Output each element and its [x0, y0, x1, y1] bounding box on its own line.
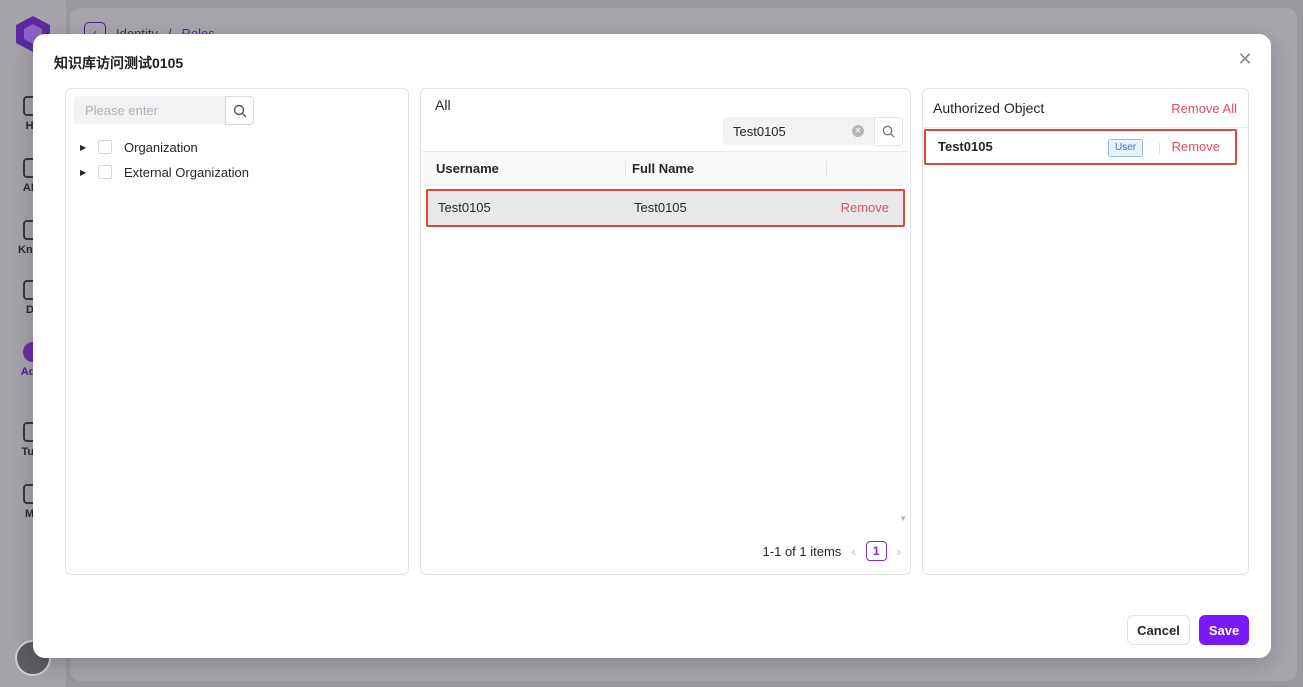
authorized-item-name: Test0105 — [938, 139, 993, 154]
table-header: Username Full Name — [422, 152, 909, 186]
scroll-down-icon[interactable]: ▼ — [899, 514, 907, 523]
remove-link[interactable]: Remove — [1172, 139, 1220, 154]
tree-node-organization[interactable]: ▶ Organization — [80, 136, 198, 158]
column-divider — [625, 161, 626, 177]
user-search-input[interactable]: Test0105 ✕ — [723, 117, 874, 145]
type-badge: User — [1108, 139, 1144, 157]
user-table: Username Full Name Test0105 Test0105 Rem… — [422, 151, 909, 525]
tree-node-external-organization[interactable]: ▶ External Organization — [80, 161, 249, 183]
save-button[interactable]: Save — [1199, 615, 1249, 645]
search-icon — [882, 125, 895, 138]
caret-right-icon[interactable]: ▶ — [80, 168, 90, 177]
user-search: Test0105 ✕ — [723, 117, 903, 146]
tree-search-input[interactable]: Please enter — [74, 96, 225, 124]
remove-link[interactable]: Remove — [841, 200, 889, 215]
pagination: 1-1 of 1 items ‹ 1 › — [763, 541, 901, 561]
pagination-summary: 1-1 of 1 items — [762, 543, 842, 559]
cell-full-name: Test0105 — [634, 200, 687, 215]
divider — [1159, 142, 1160, 154]
tree-checkbox[interactable] — [98, 165, 112, 179]
cancel-button[interactable]: Cancel — [1127, 615, 1190, 645]
modal-title: 知识库访问测试0105 — [54, 55, 184, 71]
column-divider — [826, 161, 827, 177]
authorized-item: Test0105 User Remove — [924, 129, 1237, 165]
user-list-panel: All Test0105 ✕ Username Full Name Test01… — [420, 88, 911, 575]
panel-title: All — [435, 97, 451, 113]
search-button[interactable] — [874, 117, 903, 146]
table-row[interactable]: Test0105 Test0105 Remove — [426, 189, 905, 227]
caret-right-icon[interactable]: ▶ — [80, 143, 90, 152]
remove-all-link[interactable]: Remove All — [1171, 101, 1237, 116]
column-username: Username — [436, 161, 499, 176]
divider — [923, 127, 1248, 128]
panel-title: Authorized Object — [933, 100, 1045, 116]
prev-page-icon[interactable]: ‹ — [851, 544, 855, 559]
authorized-object-panel: Authorized Object Remove All Test0105 Us… — [922, 88, 1249, 575]
clear-icon[interactable]: ✕ — [852, 125, 864, 137]
cell-username: Test0105 — [438, 200, 491, 215]
close-icon[interactable]: ✕ — [1237, 50, 1253, 68]
organization-tree-panel: Please enter ▶ Organization ▶ External O… — [65, 88, 409, 575]
page-button[interactable]: 1 — [865, 541, 887, 561]
search-button[interactable] — [225, 96, 254, 125]
tree-search: Please enter — [74, 96, 254, 126]
column-full-name: Full Name — [632, 161, 695, 176]
tree-checkbox[interactable] — [98, 140, 112, 154]
search-icon — [233, 104, 246, 117]
next-page-icon[interactable]: › — [897, 544, 901, 559]
authorize-modal: 知识库访问测试0105 ✕ Please enter ▶ Organizatio… — [33, 34, 1271, 658]
